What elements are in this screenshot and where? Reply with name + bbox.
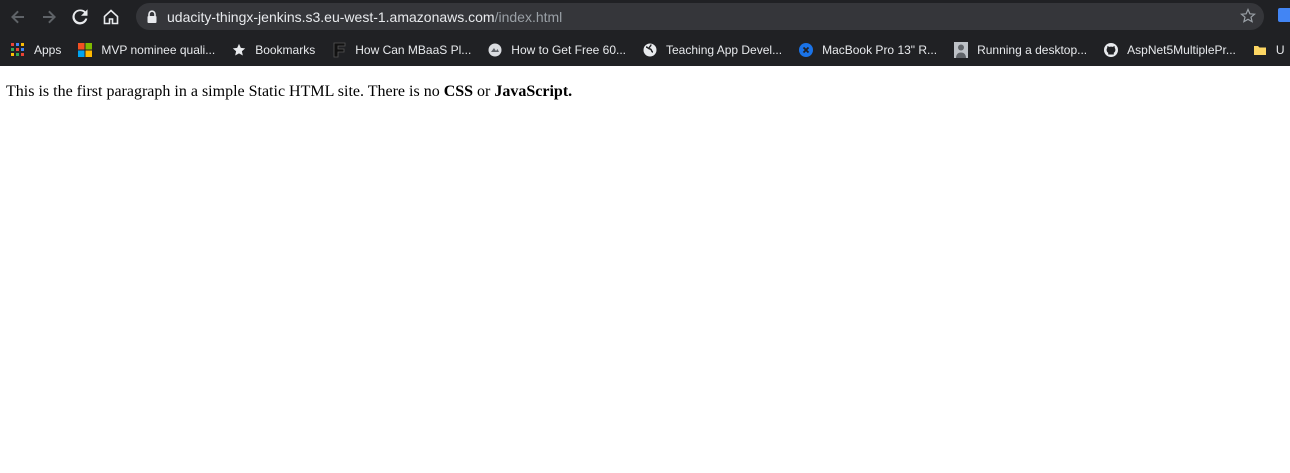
paragraph-text: This is the first paragraph in a simple … [6,83,444,100]
bookmark-macbook[interactable]: MacBook Pro 13" R... [792,38,943,62]
bookmark-bookmarks-folder[interactable]: Bookmarks [225,38,321,62]
back-button[interactable] [5,4,31,30]
bookmark-label: Bookmarks [255,42,316,57]
lock-icon[interactable] [146,9,158,24]
bookmark-label: AspNet5MultiplePr... [1127,42,1236,57]
f-logo-icon [331,42,347,58]
github-icon [1103,42,1119,58]
globe-icon [642,42,658,58]
bold-css: CSS [443,83,474,100]
url-text[interactable]: udacity-thingx-jenkins.s3.eu-west-1.amaz… [167,9,562,25]
bookmarks-bar: Apps MVP nominee quali... Bookmarks How … [0,33,1290,66]
bookmark-folder-u[interactable]: U [1246,38,1290,62]
bookmark-mvp[interactable]: MVP nominee quali... [71,38,221,62]
home-icon [103,8,119,24]
bookmark-label: Running a desktop... [977,42,1088,57]
reload-icon [72,8,88,24]
home-button[interactable] [98,4,124,30]
bookmark-running-desktop[interactable]: Running a desktop... [947,38,1093,62]
bookmark-label: MVP nominee quali... [101,42,216,57]
forward-button[interactable] [36,4,62,30]
bookmark-label: Apps [34,42,62,57]
bookmark-mbaas[interactable]: How Can MBaaS Pl... [325,38,477,62]
url-path: /index.html [494,8,563,25]
page-content: This is the first paragraph in a simple … [0,66,1290,118]
bookmark-label: How Can MBaaS Pl... [355,42,472,57]
browser-toolbar: udacity-thingx-jenkins.s3.eu-west-1.amaz… [0,0,1290,33]
bookmark-label: Teaching App Devel... [666,42,783,57]
paragraph-connector: or [473,83,495,100]
bookmark-label: How to Get Free 60... [511,42,626,57]
star-icon [231,42,247,58]
bookmark-star-icon[interactable] [1240,8,1256,24]
bookmark-aspnet5[interactable]: AspNet5MultiplePr... [1097,38,1242,62]
extension-icon[interactable] [1278,8,1290,22]
bookmark-teaching-app[interactable]: Teaching App Devel... [636,38,788,62]
bookmark-apps[interactable]: Apps [4,38,67,62]
intro-paragraph: This is the first paragraph in a simple … [6,83,1284,101]
address-bar[interactable]: udacity-thingx-jenkins.s3.eu-west-1.amaz… [136,3,1264,30]
arrow-left-icon [11,10,24,23]
bookmark-label: MacBook Pro 13" R... [822,42,938,57]
bookmark-free-60[interactable]: How to Get Free 60... [481,38,632,62]
arrow-right-icon [43,10,56,23]
url-host: udacity-thingx-jenkins.s3.eu-west-1.amaz… [167,8,495,25]
folder-icon [1252,42,1268,58]
apps-grid-icon [10,42,26,58]
blue-x-icon [798,42,814,58]
bold-javascript: JavaScript. [494,83,573,100]
avatar-icon [953,41,969,58]
site-icon [487,42,503,58]
bookmark-label: U [1275,42,1285,57]
reload-button[interactable] [67,4,93,30]
microsoft-logo-icon [77,42,93,58]
